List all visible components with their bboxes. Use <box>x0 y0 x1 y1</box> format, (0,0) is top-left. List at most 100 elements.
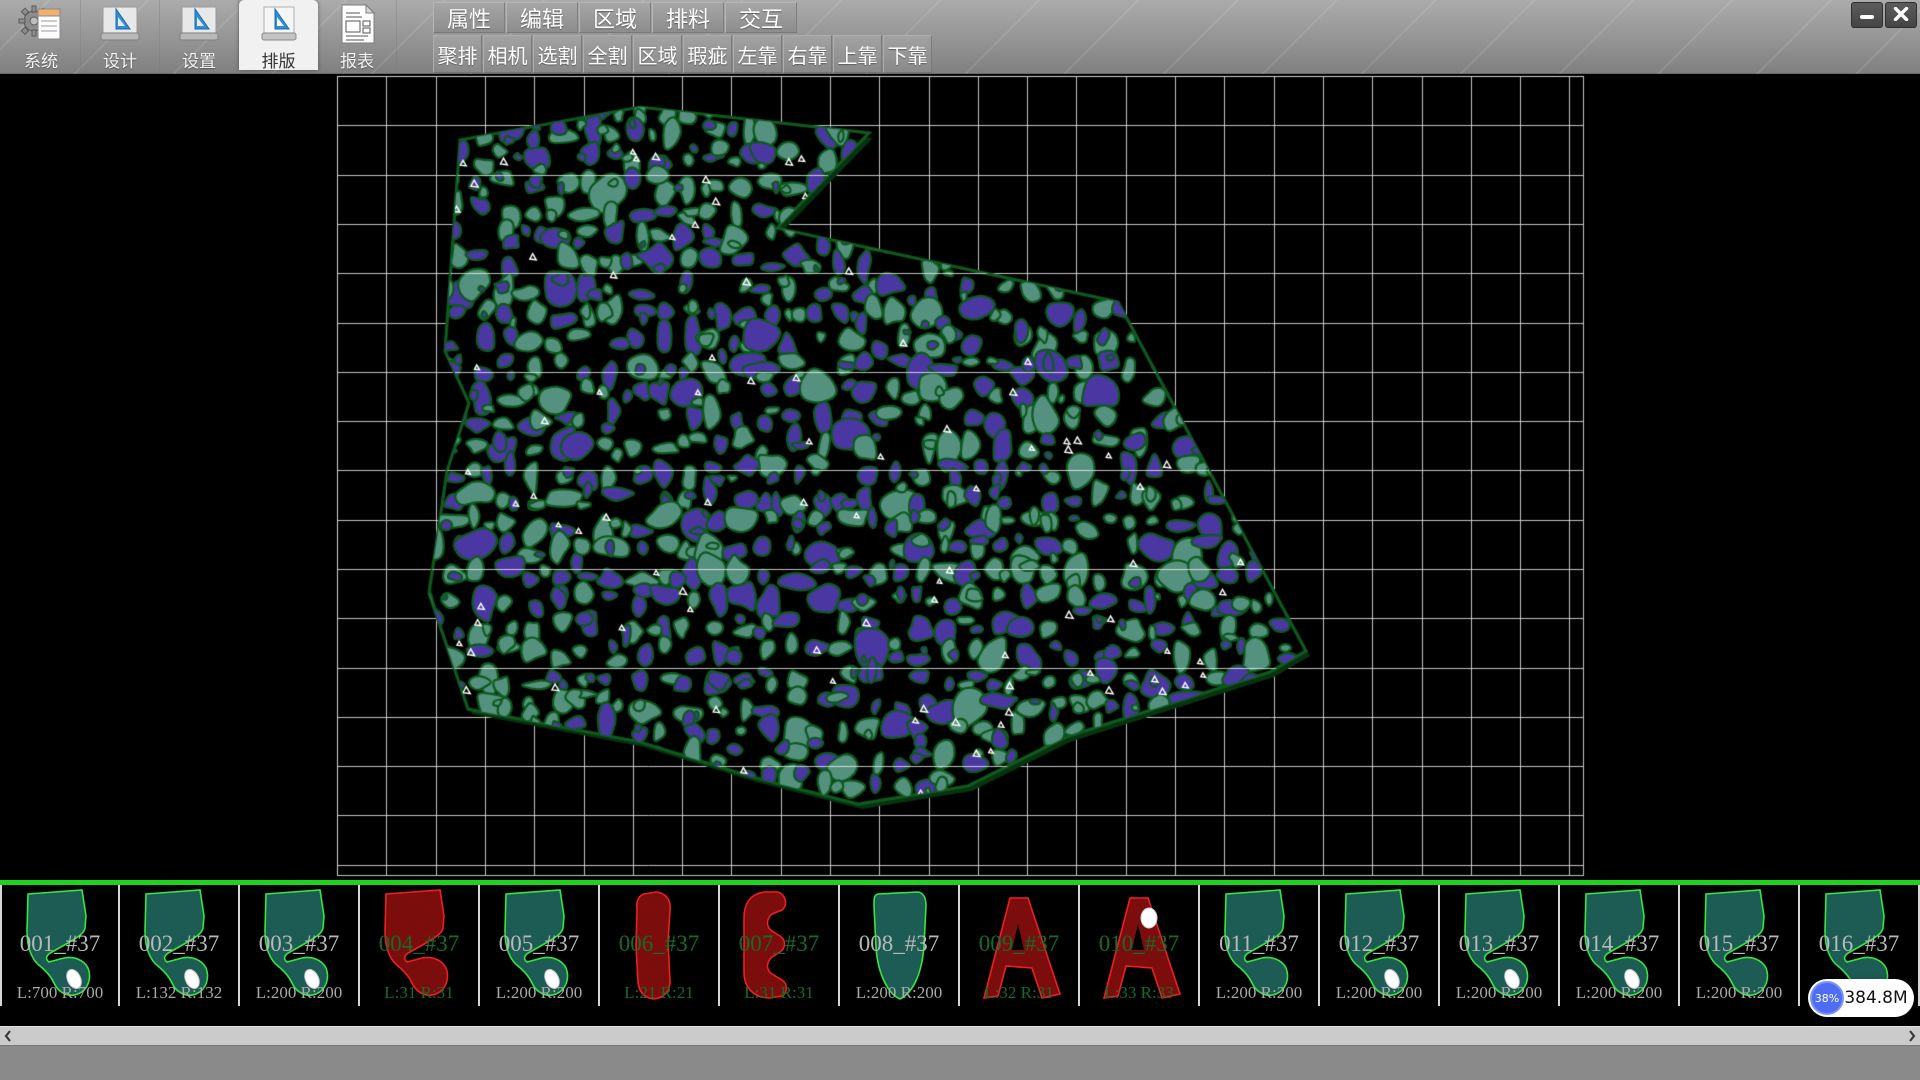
minimize-button[interactable] <box>1851 2 1883 28</box>
tool-row: 聚排相机选割全割区域瑕疵左靠右靠上靠下靠 <box>433 35 933 73</box>
scroll-right-button[interactable] <box>1904 1027 1920 1045</box>
piece-count-label: L:200 R:200 <box>1320 983 1438 1003</box>
tool-item-6[interactable]: 瑕疵 <box>683 35 732 73</box>
nesting-ruler-icon <box>256 3 302 45</box>
piece-id-label: 003_#37 <box>240 931 358 957</box>
scroll-left-button[interactable] <box>0 1027 16 1045</box>
close-button[interactable] <box>1885 2 1917 28</box>
tool-item-1[interactable]: 聚排 <box>433 35 482 73</box>
report-document-icon <box>334 3 380 45</box>
tool-item-8[interactable]: 右靠 <box>783 35 832 73</box>
piece-count-label: L:200 R:200 <box>1680 983 1798 1003</box>
bottom-gap <box>0 1006 1920 1026</box>
piece-id-label: 015_#37 <box>1680 931 1798 957</box>
module-settings-label: 设置 <box>182 47 216 72</box>
tool-item-9[interactable]: 上靠 <box>833 35 882 73</box>
tool-item-2[interactable]: 相机 <box>483 35 532 73</box>
system-gear-icon <box>18 3 64 45</box>
piece-thumbnail-015_#37[interactable]: 015_#37 L:200 R:200 <box>1680 885 1800 1006</box>
module-buttons: 系统 设计 <box>2 0 397 70</box>
menu-item-3[interactable]: 区域 <box>579 2 651 33</box>
memory-percent-value: 38% <box>1815 992 1839 1005</box>
piece-id-label: 013_#37 <box>1440 931 1558 957</box>
menu-item-5[interactable]: 交互 <box>725 2 797 33</box>
piece-id-label: 002_#37 <box>120 931 238 957</box>
piece-id-label: 007_#37 <box>720 931 838 957</box>
window-controls <box>1851 2 1917 28</box>
horizontal-scrollbar[interactable] <box>0 1026 1920 1045</box>
piece-thumbnail-006_#37[interactable]: 006_#37 L:21 R:21 <box>600 885 720 1006</box>
piece-thumbnail-010_#37[interactable]: 010_#37 L:33 R:33 <box>1080 885 1200 1006</box>
piece-count-label: L:132 R:132 <box>120 983 238 1003</box>
module-report-button[interactable]: 报表 <box>318 0 397 70</box>
menu-item-2[interactable]: 编辑 <box>506 2 578 33</box>
tool-item-3[interactable]: 选割 <box>533 35 582 73</box>
piece-thumbnail-005_#37[interactable]: 005_#37 L:200 R:200 <box>480 885 600 1006</box>
piece-id-label: 001_#37 <box>2 931 118 957</box>
module-system-label: 系统 <box>24 47 58 72</box>
piece-thumbnail-009_#37[interactable]: 009_#37 L:32 R:31 <box>960 885 1080 1006</box>
piece-id-label: 016_#37 <box>1800 931 1918 957</box>
module-system-button[interactable]: 系统 <box>2 0 81 70</box>
memory-status-pill: 38% 384.8M <box>1808 979 1914 1017</box>
chevron-left-icon <box>4 1030 12 1042</box>
piece-id-label: 008_#37 <box>840 931 958 957</box>
tool-item-10[interactable]: 下靠 <box>883 35 932 73</box>
module-nesting-label: 排版 <box>262 47 296 72</box>
piece-id-label: 009_#37 <box>960 931 1078 957</box>
memory-percent-badge: 38% <box>1810 981 1844 1015</box>
chevron-right-icon <box>1908 1030 1916 1042</box>
module-design-button[interactable]: 设计 <box>81 0 160 70</box>
piece-thumbnail-003_#37[interactable]: 003_#37 L:200 R:200 <box>240 885 360 1006</box>
piece-thumbnail-001_#37[interactable]: 001_#37 L:700 R:700 <box>0 885 120 1006</box>
piece-thumbnail-002_#37[interactable]: 002_#37 L:132 R:132 <box>120 885 240 1006</box>
piece-thumbnail-008_#37[interactable]: 008_#37 L:200 R:200 <box>840 885 960 1006</box>
tool-item-7[interactable]: 左靠 <box>733 35 782 73</box>
piece-thumbnail-list: 001_#37L:700 R:700002_#37L:132 R:132003_… <box>0 885 1920 1006</box>
piece-count-label: L:32 R:31 <box>960 983 1078 1003</box>
settings-ruler-icon <box>176 3 222 45</box>
piece-thumbnail-014_#37[interactable]: 014_#37 L:200 R:200 <box>1560 885 1680 1006</box>
piece-count-label: L:31 R:31 <box>360 983 478 1003</box>
piece-count-label: L:200 R:200 <box>840 983 958 1003</box>
piece-id-label: 014_#37 <box>1560 931 1678 957</box>
piece-count-label: L:21 R:21 <box>600 983 718 1003</box>
menu-row: 属性编辑区域排料交互 <box>433 2 798 33</box>
piece-thumbnail-004_#37[interactable]: 004_#37 L:31 R:31 <box>360 885 480 1006</box>
piece-id-label: 004_#37 <box>360 931 478 957</box>
menu-item-4[interactable]: 排料 <box>652 2 724 33</box>
piece-thumbnail-011_#37[interactable]: 011_#37 L:200 R:200 <box>1200 885 1320 1006</box>
module-report-label: 报表 <box>340 47 374 72</box>
tool-item-4[interactable]: 全割 <box>583 35 632 73</box>
piece-count-label: L:200 R:200 <box>1440 983 1558 1003</box>
piece-count-label: L:200 R:200 <box>240 983 358 1003</box>
piece-count-label: L:33 R:33 <box>1080 983 1198 1003</box>
memory-usage-value: 384.8M <box>1844 988 1914 1008</box>
menu-item-1[interactable]: 属性 <box>433 2 505 33</box>
piece-count-label: L:31 R:31 <box>720 983 838 1003</box>
piece-count-label: L:200 R:200 <box>480 983 598 1003</box>
piece-count-label: L:200 R:200 <box>1560 983 1678 1003</box>
nesting-canvas[interactable] <box>0 74 1920 880</box>
tool-item-5[interactable]: 区域 <box>633 35 682 73</box>
piece-id-label: 011_#37 <box>1200 931 1318 957</box>
toolbar: 系统 设计 <box>0 0 1920 74</box>
minimize-icon <box>1859 6 1875 25</box>
design-ruler-icon <box>97 3 143 45</box>
module-nesting-button[interactable]: 排版 <box>239 0 318 70</box>
piece-thumbnail-bar: 001_#37L:700 R:700002_#37L:132 R:132003_… <box>0 880 1920 1006</box>
piece-id-label: 010_#37 <box>1080 931 1198 957</box>
piece-thumbnail-007_#37[interactable]: 007_#37 L:31 R:31 <box>720 885 840 1006</box>
module-settings-button[interactable]: 设置 <box>160 0 239 70</box>
close-icon <box>1893 6 1909 25</box>
piece-id-label: 005_#37 <box>480 931 598 957</box>
piece-thumbnail-013_#37[interactable]: 013_#37 L:200 R:200 <box>1440 885 1560 1006</box>
module-design-label: 设计 <box>103 47 137 72</box>
piece-id-label: 012_#37 <box>1320 931 1438 957</box>
application-window: 系统 设计 <box>0 0 1920 1080</box>
piece-count-label: L:700 R:700 <box>2 983 118 1003</box>
piece-count-label: L:200 R:200 <box>1200 983 1318 1003</box>
piece-id-label: 006_#37 <box>600 931 718 957</box>
piece-thumbnail-012_#37[interactable]: 012_#37 L:200 R:200 <box>1320 885 1440 1006</box>
status-bar <box>0 1045 1920 1080</box>
